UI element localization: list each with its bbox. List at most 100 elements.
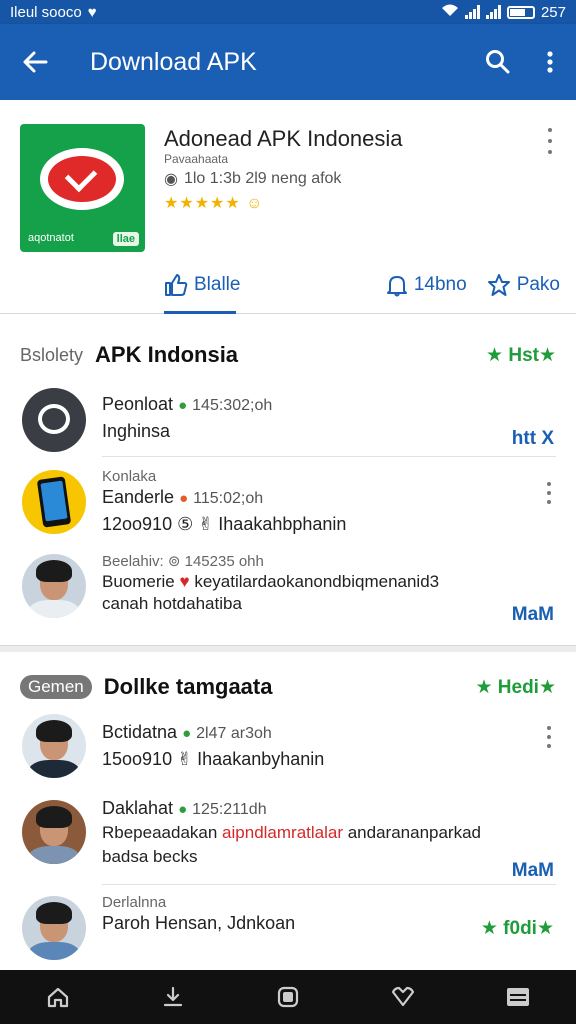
item-subtitle: canah hotdahatiba	[102, 594, 242, 613]
tab-like[interactable]: Blalle	[164, 256, 240, 314]
wifi-icon	[441, 3, 459, 21]
face-avatar-shop	[22, 800, 86, 864]
arrow-left-icon	[23, 51, 48, 73]
item-name: Bctidatna	[102, 722, 178, 742]
section-tag[interactable]: ★ Hedi★	[475, 676, 556, 699]
item-action-button[interactable]: ★ f0di★	[481, 917, 554, 940]
tab-notify-label: 14bno	[413, 274, 467, 295]
thumbs-up-icon	[165, 274, 188, 296]
tab-favorite-label: Pako	[516, 274, 560, 295]
item-subtitle: Inghinsa	[102, 421, 171, 441]
heart-icon	[392, 986, 415, 1007]
list-item[interactable]: Beelahiv: ⊚ 145235 ohh Buomerie ♥ keyati…	[0, 546, 576, 630]
item-name: Buomerie	[102, 572, 175, 591]
overflow-menu-button[interactable]	[524, 24, 576, 100]
item-subtitle-rest: andarananparkad	[343, 823, 482, 842]
signal-icon-2	[485, 5, 501, 19]
section-header: Gemen Dollke tamgaata ★ Hedi★	[20, 670, 556, 704]
leaf-icon: ●	[182, 725, 192, 742]
phone-avatar	[22, 470, 86, 534]
item-name: Eanderle	[102, 487, 175, 507]
item-subtitle: 15oo910 ✌ Ihaakanbyhanin	[102, 749, 325, 769]
download-icon	[163, 986, 182, 1007]
tab-notify[interactable]: 14bno	[386, 256, 467, 314]
more-vert-icon	[547, 51, 553, 73]
item-more-button[interactable]	[544, 726, 554, 748]
verified-icon: ◉	[164, 171, 178, 188]
nav-apps[interactable]	[258, 970, 318, 1024]
card-more-button[interactable]	[544, 128, 556, 154]
bell-icon	[386, 276, 407, 297]
app-icon-caption: aqotnatot	[28, 232, 74, 244]
nav-favorites[interactable]	[373, 970, 433, 1024]
item-meta: 125:211dh	[192, 801, 267, 818]
item-kicker: Beelahiv: ⊚ 145235 ohh	[102, 553, 264, 570]
star-outline-icon	[487, 274, 510, 296]
tab-favorite[interactable]: Pako	[487, 256, 560, 314]
nav-download[interactable]	[143, 970, 203, 1024]
item-action-button[interactable]: MaM	[512, 604, 554, 626]
section-prefix: Gemen	[20, 675, 92, 699]
tab-like-label: Blalle	[194, 274, 241, 295]
app-meta-text: 1lo 1:3b 2l9 neng afok	[183, 170, 342, 187]
list-item[interactable]: Derlalnna Paroh Hensan, Jdnkoan ★ f0di★	[0, 888, 576, 972]
app-meta: ◉ 1lo 1:3b 2l9 neng afok	[164, 169, 341, 189]
divider	[102, 456, 556, 457]
list-icon	[507, 988, 530, 1006]
item-action-button[interactable]: MaM	[512, 860, 554, 882]
carrier-label: Ileul sooco	[10, 3, 82, 21]
section-tag[interactable]: ★ Hst★	[486, 344, 556, 367]
item-subtitle: Rbepeaadakan	[102, 823, 223, 842]
nav-list[interactable]	[488, 970, 548, 1024]
item-name: Paroh Hensan, Jdnkoan	[102, 913, 296, 933]
face-avatar	[22, 554, 86, 618]
clock: 257	[540, 3, 566, 21]
app-icon[interactable]: aqotnatot llae	[20, 124, 145, 252]
leaf-icon: ●	[178, 801, 188, 818]
square-icon	[277, 986, 299, 1008]
section-title: Dollke tamgaata	[103, 674, 273, 699]
location-icon: ♥	[87, 3, 97, 21]
item-meta: 2l47 ar3oh	[196, 725, 272, 742]
app-developer: Pavaahaata	[164, 152, 229, 166]
section-trending: Gemen Dollke tamgaata ★ Hedi★ Bctidatna …	[0, 652, 576, 970]
heart-icon: ♥	[179, 572, 190, 591]
section-header: Bslolety APK Indonsia ★ Hst★	[20, 338, 556, 372]
item-kicker: Konlaka	[102, 468, 157, 485]
bottom-navigation	[0, 970, 576, 1024]
item-name: Peonloat	[102, 394, 174, 414]
item-meta: 115:02;oh	[193, 490, 264, 507]
chat-avatar	[22, 388, 86, 452]
list-item[interactable]: Konlaka Eanderle ● 115:02;oh 12oo910 ⑤ ✌…	[0, 462, 576, 546]
rating-stars: ★★★★★	[164, 195, 241, 212]
fire-icon: ●	[179, 490, 189, 507]
app-tabs: Blalle 14bno Pako	[164, 256, 560, 314]
app-name: Adonead APK Indonesia	[164, 126, 403, 151]
item-kicker: Derlalnna	[102, 894, 167, 911]
item-meta: 145:302;oh	[192, 397, 273, 414]
status-bar: Ileul sooco ♥ 257	[0, 0, 576, 24]
section-prefix: Bslolety	[20, 344, 84, 365]
item-subtitle-2: badsa becks	[102, 847, 198, 866]
face-avatar-dark	[22, 714, 86, 778]
item-highlight: aipndlamratlalar	[222, 823, 343, 842]
list-item[interactable]: Daklahat ● 125:211dh Rbepeaadakan aipndl…	[0, 792, 576, 884]
app-rating: ★★★★★ ☺	[164, 193, 264, 213]
app-icon-badge: llae	[112, 232, 139, 246]
item-subtitle: 12oo910 ⑤ ✌ Ihaakahbphanin	[102, 514, 347, 534]
search-button[interactable]	[472, 24, 524, 100]
item-name: Daklahat	[102, 798, 174, 818]
item-more-button[interactable]	[544, 482, 554, 504]
item-meta: keyatilardaokanondbiqmenanid3	[194, 572, 440, 591]
back-button[interactable]	[0, 24, 70, 100]
nav-home[interactable]	[28, 970, 88, 1024]
item-action-button[interactable]: htt X	[512, 428, 554, 450]
face-avatar-blue	[22, 896, 86, 960]
list-item[interactable]: Bctidatna ● 2l47 ar3oh 15oo910 ✌ Ihaakan…	[0, 706, 576, 790]
app-header-card: aqotnatot llae Adonead APK Indonesia Pav…	[0, 100, 576, 314]
leaf-icon: ●	[178, 397, 188, 414]
list-item[interactable]: Peonloat ● 145:302;oh Inghinsa htt X	[0, 380, 576, 464]
section-indonesia: Bslolety APK Indonsia ★ Hst★ Peonloat ● …	[0, 320, 576, 646]
battery-icon	[506, 5, 535, 19]
emoji-icon: ☺	[246, 195, 264, 212]
